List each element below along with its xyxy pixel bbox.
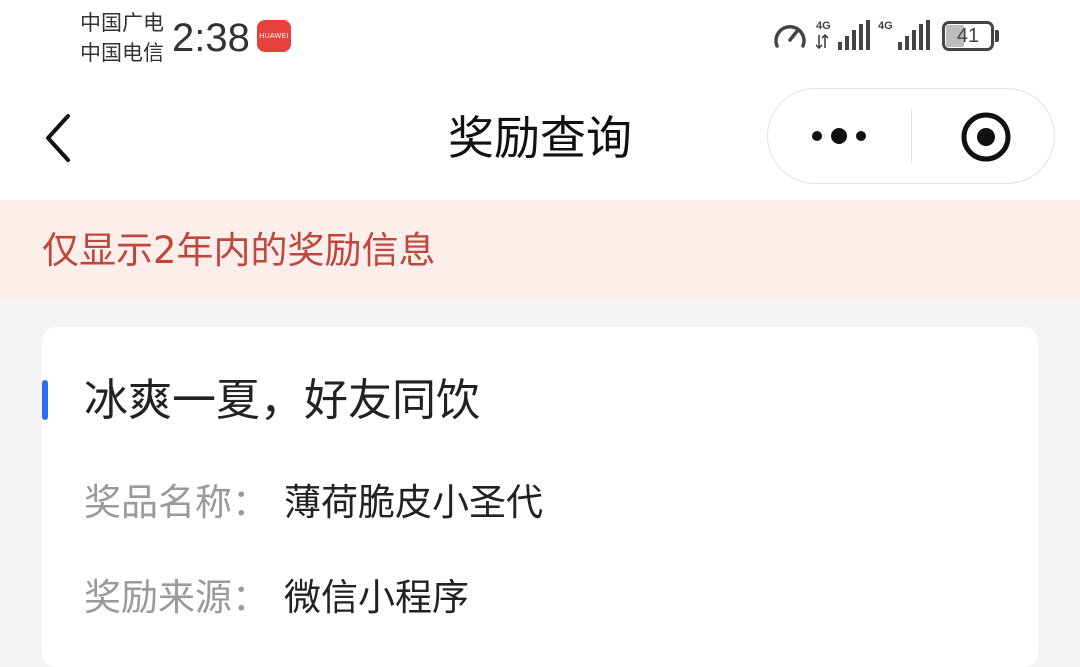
reward-source-row: 奖励来源： 微信小程序 (84, 573, 469, 623)
battery-icon: 41 (942, 21, 999, 51)
more-dots-icon[interactable] (810, 123, 870, 149)
signal-icon-1: 4G (815, 18, 872, 56)
speed-icon (774, 25, 806, 48)
signal-2-label: 4G (878, 20, 893, 32)
signal-icon-2: 4G (878, 18, 934, 56)
reward-card[interactable]: 冰爽一夏，好友同饮 奖品名称： 薄荷脆皮小圣代 奖励来源： 微信小程序 (42, 327, 1038, 667)
clock: 2:38 (172, 16, 250, 60)
carrier-info: 中国广电 中国电信 (80, 8, 164, 68)
prize-name-value: 薄荷脆皮小圣代 (284, 481, 543, 524)
appstore-icon-label: HUAWEI (259, 32, 289, 40)
battery-body: 41 (942, 21, 994, 51)
capsule-divider (911, 109, 912, 163)
prize-name-row: 奖品名称： 薄荷脆皮小圣代 (84, 478, 543, 528)
appstore-icon: HUAWEI (257, 20, 291, 52)
reward-title: 冰爽一夏，好友同饮 (84, 375, 480, 426)
battery-level: 41 (956, 25, 980, 47)
signal-1-label: 4G (816, 20, 831, 32)
notice-banner: 仅显示2年内的奖励信息 (0, 200, 1080, 300)
reward-source-label: 奖励来源： (84, 576, 269, 619)
reward-source-value: 微信小程序 (284, 576, 469, 619)
card-accent-bar (42, 380, 48, 420)
notice-text: 仅显示2年内的奖励信息 (42, 229, 436, 272)
battery-tip (995, 30, 999, 42)
navigation-bar: 奖励查询 (0, 80, 1080, 200)
carrier-1: 中国广电 (80, 11, 164, 35)
target-close-icon[interactable] (960, 111, 1012, 163)
miniprogram-capsule (767, 88, 1055, 184)
prize-name-label: 奖品名称： (84, 481, 269, 524)
status-bar: 中国广电 中国电信 2:38 HUAWEI 4G 4G 41 (0, 0, 1080, 80)
carrier-2: 中国电信 (80, 41, 164, 65)
